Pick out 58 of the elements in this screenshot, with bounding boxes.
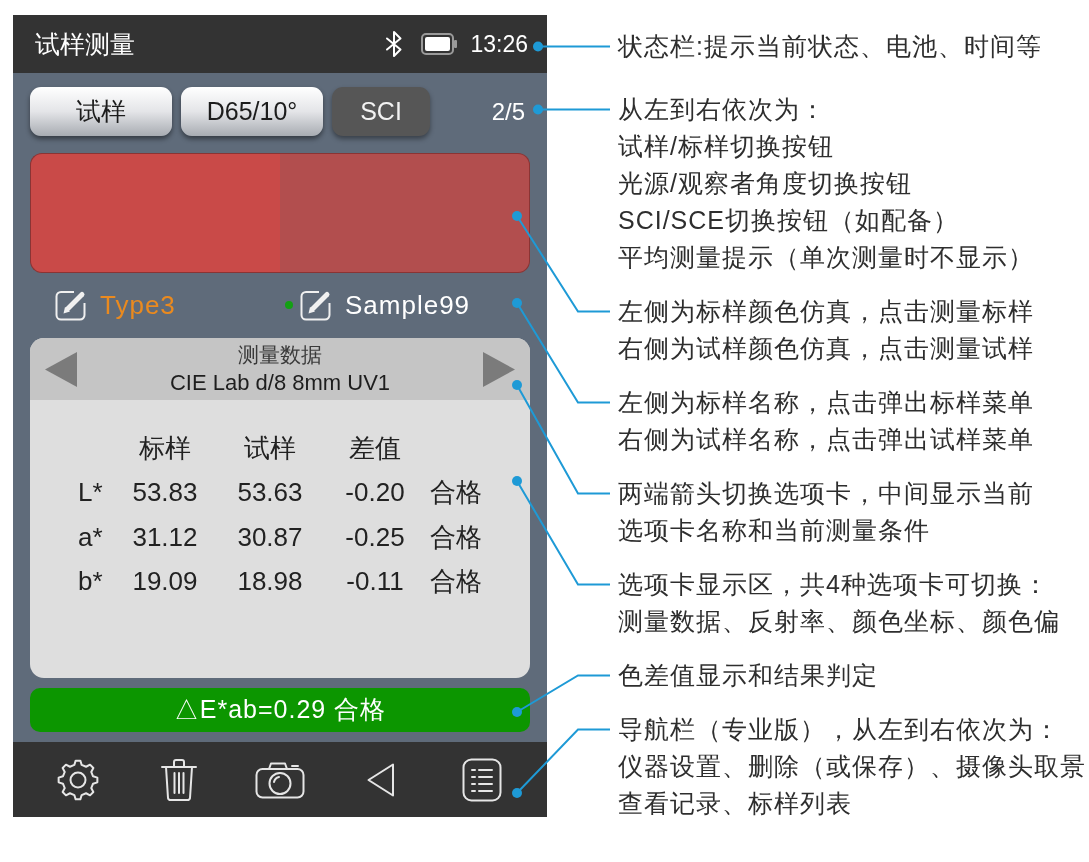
annotation-text: 左侧为标样颜色仿真，点击测量标样 xyxy=(618,296,1034,327)
table-cell-text: -0.25 xyxy=(345,520,405,554)
back-icon[interactable] xyxy=(366,761,397,798)
battery-icon xyxy=(421,33,458,55)
annotation-text: 左侧为标样名称，点击弹出标样菜单 xyxy=(618,387,1034,418)
annotation-text: 导航栏（专业版），从左到右依次为： xyxy=(618,714,1060,745)
sample-name[interactable]: Sample99 xyxy=(345,292,471,318)
table-cell-text: 53.63 xyxy=(237,476,303,510)
color-swatch[interactable] xyxy=(280,153,530,273)
column-header: 标样 xyxy=(139,431,191,465)
row-label: L* xyxy=(78,476,103,510)
annotation-text: 测量数据、反射率、颜色坐标、颜色偏 xyxy=(618,606,1060,637)
color-swatch[interactable] xyxy=(30,153,280,273)
annotation-text: 试样/标样切换按钮 xyxy=(618,131,834,162)
table-cell-text: 53.83 xyxy=(132,476,198,510)
right-arrow-icon[interactable] xyxy=(483,351,515,387)
settings-icon[interactable] xyxy=(56,758,99,801)
annotation-text: 仪器设置、删除（或保存）、摄像头取景 xyxy=(618,751,1086,782)
column-header: 试样 xyxy=(244,431,296,465)
table-cell-text: 18.98 xyxy=(237,565,303,599)
list-icon[interactable] xyxy=(462,757,503,802)
table-cell-text: -0.11 xyxy=(346,565,404,599)
bluetooth-icon xyxy=(384,30,405,58)
verdict-text: 合格 xyxy=(430,476,482,510)
clock-time: 13:26 xyxy=(470,32,528,56)
verdict-text: 合格 xyxy=(430,520,482,554)
table-cell-text: 31.12 xyxy=(132,520,198,554)
annotation-text: SCI/SCE切换按钮（如配备） xyxy=(618,205,960,236)
table-cell-text: -0.20 xyxy=(345,476,405,510)
annotation-text: 平均测量提示（单次测量时不显示） xyxy=(618,242,1034,273)
edit-icon[interactable] xyxy=(300,289,332,321)
sample-standard-toggle[interactable]: 试样 xyxy=(30,87,172,136)
table-cell-text: 19.09 xyxy=(132,565,198,599)
edit-icon[interactable] xyxy=(55,289,87,321)
annotation-text: 右侧为试样名称，点击弹出试样菜单 xyxy=(618,424,1034,455)
annotation-text: 从左到右依次为： xyxy=(618,94,826,125)
annotation-text: 状态栏:提示当前状态、电池、时间等 xyxy=(618,31,1042,62)
column-header: 差值 xyxy=(349,431,401,465)
annotation-text: 选项卡名称和当前测量条件 xyxy=(618,515,930,546)
verdict-text: 合格 xyxy=(430,565,482,599)
annotation-text: 右侧为试样颜色仿真，点击测量试样 xyxy=(618,333,1034,364)
row-label: a* xyxy=(78,520,103,554)
annotation-text: 两端箭头切换选项卡，中间显示当前 xyxy=(618,478,1034,509)
average-count: 2/5 xyxy=(491,96,525,127)
annotation-text: 光源/观察者角度切换按钮 xyxy=(618,168,912,199)
trash-icon[interactable] xyxy=(159,757,198,802)
tab-title: 测量数据 xyxy=(238,342,322,368)
window-title: 试样测量 xyxy=(35,31,135,57)
annotation-text: 选项卡显示区，共4种选项卡可切换： xyxy=(618,569,1049,600)
table-cell-text: 30.87 xyxy=(237,520,303,554)
illuminant-observer-button[interactable]: D65/10° xyxy=(181,87,323,136)
left-arrow-icon[interactable] xyxy=(45,351,77,387)
annotation-text: 色差值显示和结果判定 xyxy=(618,660,878,691)
measurement-condition: CIE Lab d/8 8mm UV1 xyxy=(169,369,391,397)
camera-icon[interactable] xyxy=(255,760,305,799)
result-bar: △E*ab=0.29 合格 xyxy=(30,688,530,732)
annotation-text: 查看记录、标样列表 xyxy=(618,788,852,819)
row-label: b* xyxy=(78,565,103,599)
